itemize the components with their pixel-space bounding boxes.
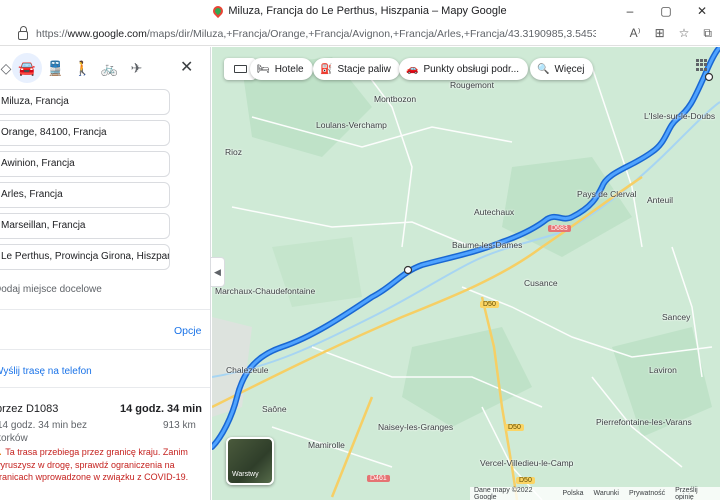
keyboard-icon: [233, 65, 247, 73]
place-label[interactable]: Mamirolle: [308, 440, 345, 450]
google-maps-favicon-icon: [211, 3, 226, 19]
favorites-icon[interactable]: ☆: [679, 26, 690, 41]
lock-icon[interactable]: [18, 26, 28, 40]
bed-icon: 🛏: [257, 63, 270, 75]
url-host: www.google.com: [67, 27, 147, 40]
place-label[interactable]: L'Isle-sur-le-Doubs: [644, 111, 715, 121]
place-label[interactable]: Sancey: [662, 312, 690, 322]
road-sign: D50: [516, 477, 535, 484]
route-name[interactable]: przez D1083: [0, 403, 58, 415]
stop-input-2[interactable]: Orange, 84100, Francja: [0, 120, 170, 146]
divider: [0, 387, 210, 388]
divider: [0, 349, 210, 350]
chip-more[interactable]: 🔍 Więcej: [530, 58, 594, 80]
place-label[interactable]: Naisey-les-Granges: [378, 422, 453, 432]
collections-icon[interactable]: ⧉: [703, 26, 712, 41]
place-label[interactable]: Vercel-Villedieu-le-Camp: [480, 458, 573, 468]
best-mode-icon[interactable]: ◇: [0, 53, 12, 83]
close-window-icon[interactable]: ✕: [684, 0, 720, 22]
chip-service-points[interactable]: 🚗 Punkty obsługi podr...: [399, 58, 529, 80]
close-directions-icon[interactable]: ✕: [180, 57, 193, 77]
flight-mode-icon[interactable]: ✈: [123, 53, 150, 83]
place-label[interactable]: Cusance: [524, 278, 558, 288]
place-label[interactable]: Pierrefontaine-les-Varans: [596, 417, 692, 427]
footer-terms-link[interactable]: Warunki: [594, 490, 619, 497]
road-sign: D461: [367, 475, 390, 482]
minimize-icon[interactable]: –: [612, 0, 648, 22]
map-footer: Dane mapy ©2022 Google Polska Warunki Pr…: [470, 487, 720, 500]
stop-input-4[interactable]: Arles, Francja: [0, 182, 170, 208]
footer-privacy-link[interactable]: Prywatność: [629, 490, 665, 497]
travel-modes: ◇ 🚘 🚆 🚶 🚲 ✈ ✕: [0, 47, 210, 89]
road-sign: D50: [480, 301, 499, 308]
url-prefix: https://: [36, 27, 68, 40]
border-warning-text: Ta trasa przebiega przez granicę kraju. …: [0, 447, 189, 482]
bicycle-mode-icon[interactable]: 🚲: [96, 53, 123, 83]
chevron-left-icon: ◀: [214, 266, 221, 277]
car-mode-icon[interactable]: 🚘: [12, 53, 42, 83]
divider: [0, 309, 210, 310]
place-label[interactable]: Rioz: [225, 147, 242, 157]
window-title-bar: Miluza, Francja do Le Perthus, Hiszpania…: [0, 0, 720, 22]
footer-country-link[interactable]: Polska: [563, 490, 584, 497]
place-label[interactable]: Anteuil: [647, 195, 673, 205]
search-icon: 🔍: [537, 63, 550, 75]
place-label[interactable]: Marchaux-Chaudefontaine: [215, 286, 315, 296]
url-text[interactable]: https://www.google.com/maps/dir/Miluza,+…: [36, 28, 596, 40]
map-attribution: Dane mapy ©2022 Google: [474, 486, 533, 500]
layers-label: Warstwy: [232, 471, 259, 478]
read-aloud-icon[interactable]: A⁾: [630, 26, 641, 41]
google-apps-icon[interactable]: [696, 59, 708, 71]
chip-more-label: Więcej: [554, 63, 585, 75]
road-sign: D50: [505, 424, 524, 431]
chip-hotels-label: Hotele: [274, 63, 304, 75]
map-canvas[interactable]: 🛏 Hotele ⛽ Stacje paliw 🚗 Punkty obsługi po…: [212, 47, 720, 500]
car-service-icon: 🚗: [406, 63, 419, 75]
place-label[interactable]: Autechaux: [474, 207, 514, 217]
stop-input-6[interactable]: Le Perthus, Prowincja Girona, Hiszpania: [0, 244, 170, 270]
split-screen-icon[interactable]: ⊞: [655, 26, 665, 41]
route-time: 14 godz. 34 min: [120, 403, 202, 415]
options-button[interactable]: Opcje: [174, 325, 201, 337]
chip-gas-stations[interactable]: ⛽ Stacje paliw: [313, 58, 400, 80]
stop-input-1[interactable]: Miluza, Francja: [0, 89, 170, 115]
route-traffic-info: 14 godz. 34 min bez: [0, 420, 88, 431]
address-bar-icons: A⁾ ⊞ ☆ ⧉: [630, 26, 712, 41]
road-sign: D683: [548, 225, 571, 232]
warning-icon: ▲: [0, 447, 3, 457]
add-destination-button[interactable]: Dodaj miejsce docelowe: [0, 284, 102, 295]
place-label[interactable]: Pays de Clerval: [577, 189, 637, 199]
url-path: /maps/dir/Miluza,+Francja/Orange,+Francj…: [146, 27, 596, 40]
place-label[interactable]: Baume-les-Dames: [452, 240, 522, 250]
stop-input-5[interactable]: Marseillan, Francja: [0, 213, 170, 239]
maximize-icon[interactable]: ▢: [648, 0, 684, 22]
directions-panel: ◇ 🚘 🚆 🚶 🚲 ✈ ✕ Miluza, Francja Orange, 84…: [0, 47, 211, 500]
footer-feedback-link[interactable]: Prześlij opinię: [675, 487, 716, 500]
route-distance: 913 km: [163, 420, 196, 431]
address-bar[interactable]: https://www.google.com/maps/dir/Miluza,+…: [0, 22, 720, 46]
chip-service-points-label: Punkty obsługi podr...: [423, 63, 520, 75]
gas-pump-icon: ⛽: [320, 63, 333, 75]
border-warning: ▲ Ta trasa przebiega przez granicę kraju…: [0, 446, 194, 484]
place-label[interactable]: Chalezeule: [226, 365, 269, 375]
stop-input-3[interactable]: Awinion, Francja: [0, 151, 170, 177]
collapse-panel-button[interactable]: ◀: [211, 257, 225, 287]
chip-hotels[interactable]: 🛏 Hotele: [250, 58, 313, 80]
walking-mode-icon[interactable]: 🚶: [69, 53, 96, 83]
place-label[interactable]: Loulans-Verchamp: [316, 120, 387, 130]
route-traffic-info-2: korków: [0, 433, 28, 444]
send-to-phone-button[interactable]: Wyślij trasę na telefon: [0, 366, 92, 377]
window-title: Miluza, Francja do Le Perthus, Hiszpania…: [228, 5, 507, 17]
layers-button[interactable]: Warstwy: [226, 437, 274, 485]
send-to-phone-label: Wyślij trasę na telefon: [0, 366, 92, 377]
place-label[interactable]: Saône: [262, 404, 287, 414]
window-controls: – ▢ ✕: [612, 0, 720, 22]
chip-gas-stations-label: Stacje paliw: [337, 63, 391, 75]
place-label[interactable]: Laviron: [649, 365, 677, 375]
place-label[interactable]: Montbozon: [374, 94, 416, 104]
place-label[interactable]: Rougemont: [450, 80, 494, 90]
transit-mode-icon[interactable]: 🚆: [42, 53, 69, 83]
